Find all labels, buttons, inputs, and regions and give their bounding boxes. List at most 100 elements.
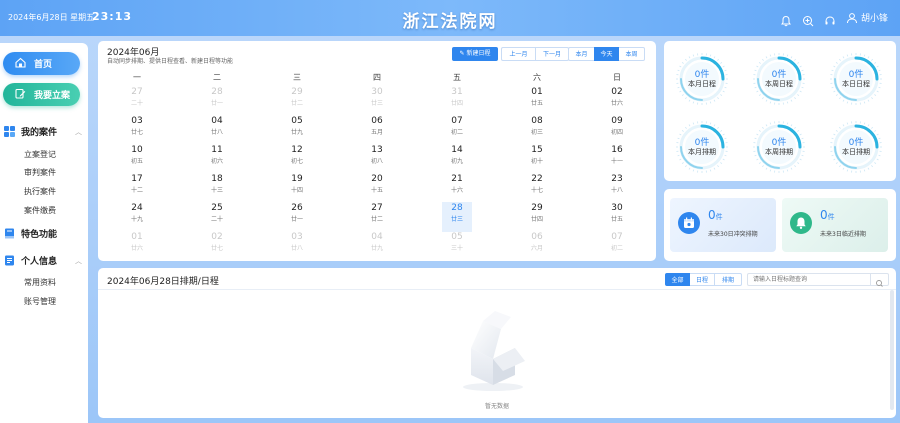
calendar-day[interactable]: 07 初二 (442, 115, 472, 145)
calendar-day[interactable]: 29 廿四 (522, 202, 552, 232)
user-menu[interactable]: 胡小锋 (846, 11, 888, 24)
lunar-date: 廿四 (450, 100, 463, 107)
calendar-day[interactable]: 25 二十 (202, 202, 232, 232)
prev-month-button[interactable]: 上一月 (501, 47, 535, 61)
calendar-day[interactable]: 06 五月 (362, 115, 392, 145)
calendar-day[interactable]: 05 三十 (442, 231, 472, 261)
next-month-button[interactable]: 下一月 (535, 47, 569, 61)
calendar-day[interactable]: 06 六月 (522, 231, 552, 261)
grid-icon (4, 126, 15, 137)
calendar-day[interactable]: 24 十九 (122, 202, 152, 232)
nav-item-execution-cases[interactable]: 执行案件 (24, 186, 56, 197)
calendar-day[interactable]: 04 廿九 (362, 231, 392, 261)
calendar-day[interactable]: 11 初六 (202, 144, 232, 174)
today-button[interactable]: 今天 (594, 47, 619, 61)
user-icon (846, 12, 858, 24)
nav-section-my-cases[interactable]: 我的案件 ︿ (4, 125, 84, 138)
calendar-day[interactable]: 03 廿八 (282, 231, 312, 261)
stat-ring[interactable]: 0件 本日排期 (828, 119, 884, 175)
calendar-day[interactable]: 05 廿九 (282, 115, 312, 145)
day-number: 04 (371, 232, 383, 242)
day-number: 13 (371, 145, 383, 155)
calendar-day[interactable]: 29 廿二 (282, 86, 312, 116)
calendar-day[interactable]: 28 廿一 (202, 86, 232, 116)
calendar-day[interactable]: 01 廿六 (122, 231, 152, 261)
calendar-day[interactable]: 16 十一 (602, 144, 632, 174)
new-schedule-button[interactable]: ✎ 新建日程 (452, 47, 498, 61)
calendar-day[interactable]: 09 初四 (602, 115, 632, 145)
stat-ring[interactable]: 0件 本周日程 (751, 51, 807, 107)
calendar-day[interactable]: 23 十八 (602, 173, 632, 203)
nav-item-common-materials[interactable]: 常用资料 (24, 277, 56, 288)
nav-home-label: 首页 (34, 60, 53, 70)
lunar-date: 十三 (210, 187, 223, 194)
scrollbar[interactable] (890, 290, 894, 410)
calendar-day[interactable]: 21 十六 (442, 173, 472, 203)
zoom-in-icon[interactable] (802, 12, 814, 26)
day-number: 23 (611, 174, 623, 184)
lunar-date: 初二 (450, 129, 463, 136)
tab-schedule[interactable]: 日程 (690, 273, 715, 286)
stat-ring[interactable]: 0件 本周排期 (751, 119, 807, 175)
calendar-day[interactable]: 10 初五 (122, 144, 152, 174)
calendar-day[interactable]: 26 廿一 (282, 202, 312, 232)
day-number: 27 (131, 87, 143, 97)
calendar-day[interactable]: 17 十二 (122, 173, 152, 203)
calendar-day[interactable]: 01 廿五 (522, 86, 552, 116)
nav-home-button[interactable]: 首页 (3, 52, 80, 75)
search-button[interactable] (870, 273, 889, 287)
conflict-schedule-card[interactable]: 0件 未来30日冲突排期 (670, 198, 776, 252)
tab-all[interactable]: 全部 (665, 273, 690, 286)
nav-section-personal[interactable]: 个人信息 ︿ (4, 254, 84, 267)
nav-file-case-button[interactable]: 我要立案 (3, 83, 80, 106)
calendar-day[interactable]: 04 廿八 (202, 115, 232, 145)
lunar-date: 十七 (530, 187, 543, 194)
calendar-day[interactable]: 18 十三 (202, 173, 232, 203)
lunar-date: 廿七 (210, 245, 223, 252)
tab-hearing[interactable]: 排期 (715, 273, 742, 286)
stat-ring[interactable]: 0件 本月日程 (674, 51, 730, 107)
headset-icon[interactable] (824, 12, 836, 24)
day-number: 30 (371, 87, 383, 97)
calendar-day[interactable]: 15 初十 (522, 144, 552, 174)
calendar-day[interactable]: 30 廿三 (362, 86, 392, 116)
this-month-button[interactable]: 本月 (568, 47, 594, 61)
calendar-day[interactable]: 12 初七 (282, 144, 312, 174)
weekday-header: 六 (533, 73, 541, 82)
lunar-date: 初九 (450, 158, 463, 165)
calendar-day[interactable]: 31 廿四 (442, 86, 472, 116)
day-number: 03 (291, 232, 303, 242)
stat-ring[interactable]: 0件 本日日程 (828, 51, 884, 107)
nav-item-case-payment[interactable]: 案件缴费 (24, 205, 56, 216)
calendar-day[interactable]: 08 初三 (522, 115, 552, 145)
schedule-title: 2024年06月28日排期/日程 (107, 277, 219, 287)
stat-ring[interactable]: 0件 本月排期 (674, 119, 730, 175)
schedule-search-input[interactable] (747, 273, 871, 286)
day-number: 25 (211, 203, 223, 213)
day-number: 07 (451, 116, 463, 126)
calendar-day[interactable]: 27 廿二 (362, 202, 392, 232)
calendar-day[interactable]: 22 十七 (522, 173, 552, 203)
calendar-day[interactable]: 02 廿六 (602, 86, 632, 116)
this-week-button[interactable]: 本周 (619, 47, 645, 61)
bell-icon[interactable] (780, 12, 792, 26)
nav-item-trial-cases[interactable]: 审判案件 (24, 167, 56, 178)
nav-section-features[interactable]: 特色功能 (4, 227, 84, 240)
nav-item-case-registration[interactable]: 立案登记 (24, 149, 56, 160)
lunar-date: 廿六 (130, 245, 143, 252)
calendar-day[interactable]: 07 初二 (602, 231, 632, 261)
calendar-day[interactable]: 02 廿七 (202, 231, 232, 261)
upcoming-hearing-card[interactable]: 0件 未来3日临近排期 (782, 198, 888, 252)
calendar-day[interactable]: 30 廿五 (602, 202, 632, 232)
calendar-day[interactable]: 14 初九 (442, 144, 472, 174)
nav-item-account-management[interactable]: 账号管理 (24, 296, 56, 307)
chevron-up-icon: ︿ (75, 256, 82, 265)
calendar-day[interactable]: 03 廿七 (122, 115, 152, 145)
day-number: 04 (211, 116, 223, 126)
calendar-day[interactable]: 20 十五 (362, 173, 392, 203)
calendar-day[interactable]: 19 十四 (282, 173, 312, 203)
calendar-day[interactable]: 13 初八 (362, 144, 392, 174)
calendar-day-today[interactable]: 28 廿三 (442, 202, 472, 232)
calendar-day[interactable]: 27 二十 (122, 86, 152, 116)
day-number: 12 (291, 145, 303, 155)
